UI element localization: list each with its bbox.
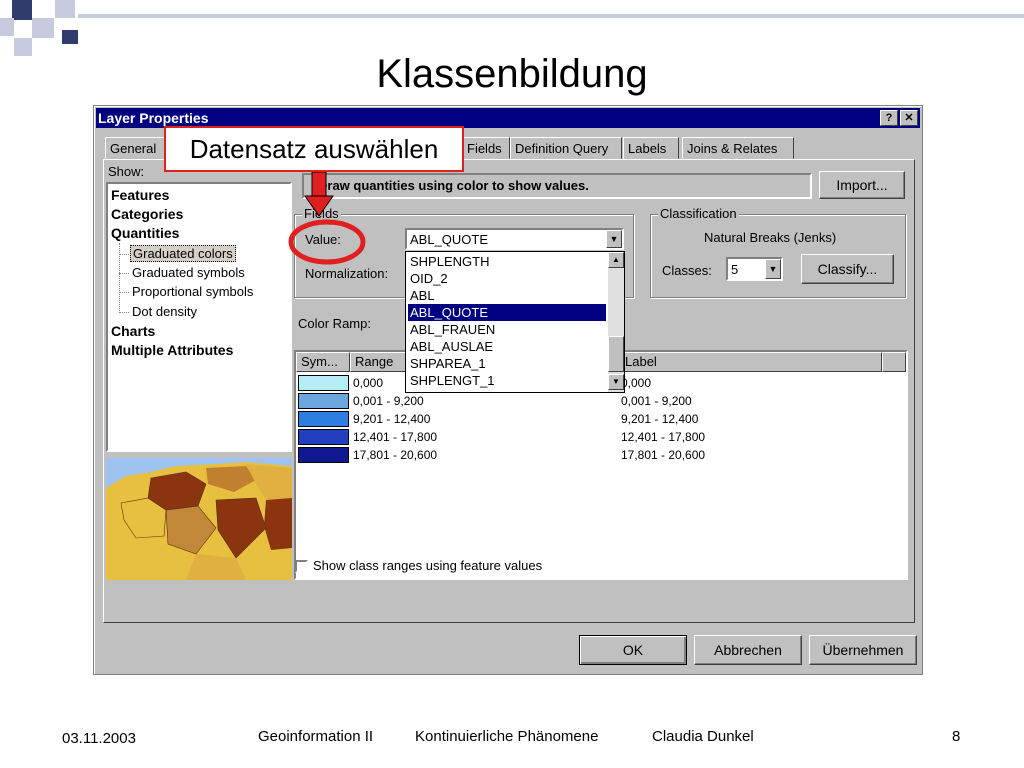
dropdown-option[interactable]: ABL_QUOTE xyxy=(408,304,606,321)
normalization-label: Normalization: xyxy=(305,266,389,281)
label-cell[interactable]: 12,401 - 17,800 xyxy=(621,430,705,444)
tab-labels[interactable]: Labels xyxy=(623,137,679,159)
classification-group-label: Classification xyxy=(658,206,739,221)
range-cell[interactable]: 17,801 - 20,600 xyxy=(353,448,437,462)
symbol-swatch[interactable] xyxy=(298,447,349,463)
label-cell[interactable]: 9,201 - 12,400 xyxy=(621,412,698,426)
tree-item-proportional-symbols[interactable]: Proportional symbols xyxy=(132,284,253,299)
callout-box: Datensatz auswählen xyxy=(164,126,464,172)
label-cell[interactable]: 0,001 - 9,200 xyxy=(621,394,692,408)
tree-item-multiple-attributes[interactable]: Multiple Attributes xyxy=(111,342,233,358)
tab-general[interactable]: General xyxy=(105,137,167,159)
header-label[interactable]: Label xyxy=(620,352,882,372)
header-spacer xyxy=(882,352,906,372)
dropdown-scrollbar[interactable]: ▲ ▼ xyxy=(608,252,624,392)
ok-button[interactable]: OK xyxy=(579,635,687,665)
tree-item-graduated-symbols[interactable]: Graduated symbols xyxy=(132,265,245,280)
scroll-down-icon[interactable]: ▼ xyxy=(608,374,624,390)
help-icon[interactable]: ? xyxy=(880,110,898,126)
tab-joins-relates[interactable]: Joins & Relates xyxy=(682,137,794,159)
tree-item-charts[interactable]: Charts xyxy=(111,323,155,339)
classes-label: Classes: xyxy=(662,263,712,278)
arrow-down-icon xyxy=(304,172,334,217)
cancel-button[interactable]: Abbrechen xyxy=(694,635,802,665)
tree-item-graduated-colors[interactable]: Graduated colors xyxy=(130,245,236,262)
slide-title: Klassenbildung xyxy=(376,52,648,96)
range-cell[interactable]: 12,401 - 17,800 xyxy=(353,430,437,444)
label-cell[interactable]: 0,000 xyxy=(621,376,651,390)
symbol-swatch[interactable] xyxy=(298,411,349,427)
show-label: Show: xyxy=(108,164,145,179)
dropdown-option[interactable]: ABL_FRAUEN xyxy=(408,321,606,338)
tree-branch xyxy=(119,292,129,293)
header-symbol[interactable]: Sym... xyxy=(296,352,350,372)
dropdown-option[interactable]: OID_2 xyxy=(408,270,606,287)
footer-course: Geoinformation II xyxy=(258,728,374,745)
description-text: Draw quantities using color to show valu… xyxy=(318,178,589,193)
footer-page-number: 8 xyxy=(952,728,961,745)
footer-topic: Kontinuierliche Phänomene xyxy=(415,728,599,745)
range-cell[interactable]: 0,001 - 9,200 xyxy=(353,394,424,408)
label-cell[interactable]: 17,801 - 20,600 xyxy=(621,448,705,462)
scroll-thumb[interactable] xyxy=(608,336,624,372)
tree-branch xyxy=(119,273,129,274)
tree-branch xyxy=(119,254,129,255)
color-ramp-label: Color Ramp: xyxy=(298,316,371,331)
apply-button[interactable]: Übernehmen xyxy=(809,635,917,665)
range-cell[interactable]: 0,000 xyxy=(353,376,383,390)
dropdown-option[interactable]: SHPLENGT_1 xyxy=(408,372,606,389)
tree-branch xyxy=(119,312,129,313)
dropdown-option[interactable]: ABL xyxy=(408,287,606,304)
chevron-down-icon[interactable]: ▼ xyxy=(606,230,622,248)
corner-decoration xyxy=(0,0,90,60)
range-cell[interactable]: 9,201 - 12,400 xyxy=(353,412,430,426)
tree-item-dot-density[interactable]: Dot density xyxy=(132,304,197,319)
tab-definition-query[interactable]: Definition Query xyxy=(510,137,622,159)
tree-item-categories[interactable]: Categories xyxy=(111,206,183,222)
import-button[interactable]: Import... xyxy=(819,171,905,199)
symbol-swatch[interactable] xyxy=(298,429,349,445)
footer-author: Claudia Dunkel xyxy=(652,728,754,745)
symbol-swatch[interactable] xyxy=(298,375,349,391)
dialog-titlebar: Layer Properties ? ✕ xyxy=(96,108,920,128)
dropdown-option[interactable]: ABL_AUSLAE xyxy=(408,338,606,355)
footer-date: 03.11.2003 xyxy=(62,730,136,747)
close-icon[interactable]: ✕ xyxy=(900,110,918,126)
tab-fields[interactable]: Fields xyxy=(462,137,510,159)
highlight-ellipse xyxy=(288,219,366,265)
map-preview-image xyxy=(106,458,292,580)
header-line xyxy=(78,14,1024,18)
show-class-ranges-label: Show class ranges using feature values xyxy=(313,558,543,573)
tree-item-features[interactable]: Features xyxy=(111,187,169,203)
value-selected: ABL_QUOTE xyxy=(410,232,489,247)
show-class-ranges-checkbox[interactable] xyxy=(295,560,308,573)
scroll-up-icon[interactable]: ▲ xyxy=(608,252,624,268)
classification-method: Natural Breaks (Jenks) xyxy=(704,230,837,245)
dropdown-option[interactable]: SHPLENGTH xyxy=(408,253,606,270)
chevron-down-icon[interactable]: ▼ xyxy=(765,259,781,279)
dialog-title: Layer Properties xyxy=(98,110,209,126)
classify-button[interactable]: Classify... xyxy=(801,254,894,284)
classes-value: 5 xyxy=(731,262,739,277)
dropdown-option[interactable]: SHPAREA_1 xyxy=(408,355,606,372)
symbol-swatch[interactable] xyxy=(298,393,349,409)
value-dropdown-list[interactable]: SHPLENGTH OID_2 ABL ABL_QUOTE ABL_FRAUEN ABL_… xyxy=(405,251,625,393)
tree-item-quantities[interactable]: Quantities xyxy=(111,225,179,241)
